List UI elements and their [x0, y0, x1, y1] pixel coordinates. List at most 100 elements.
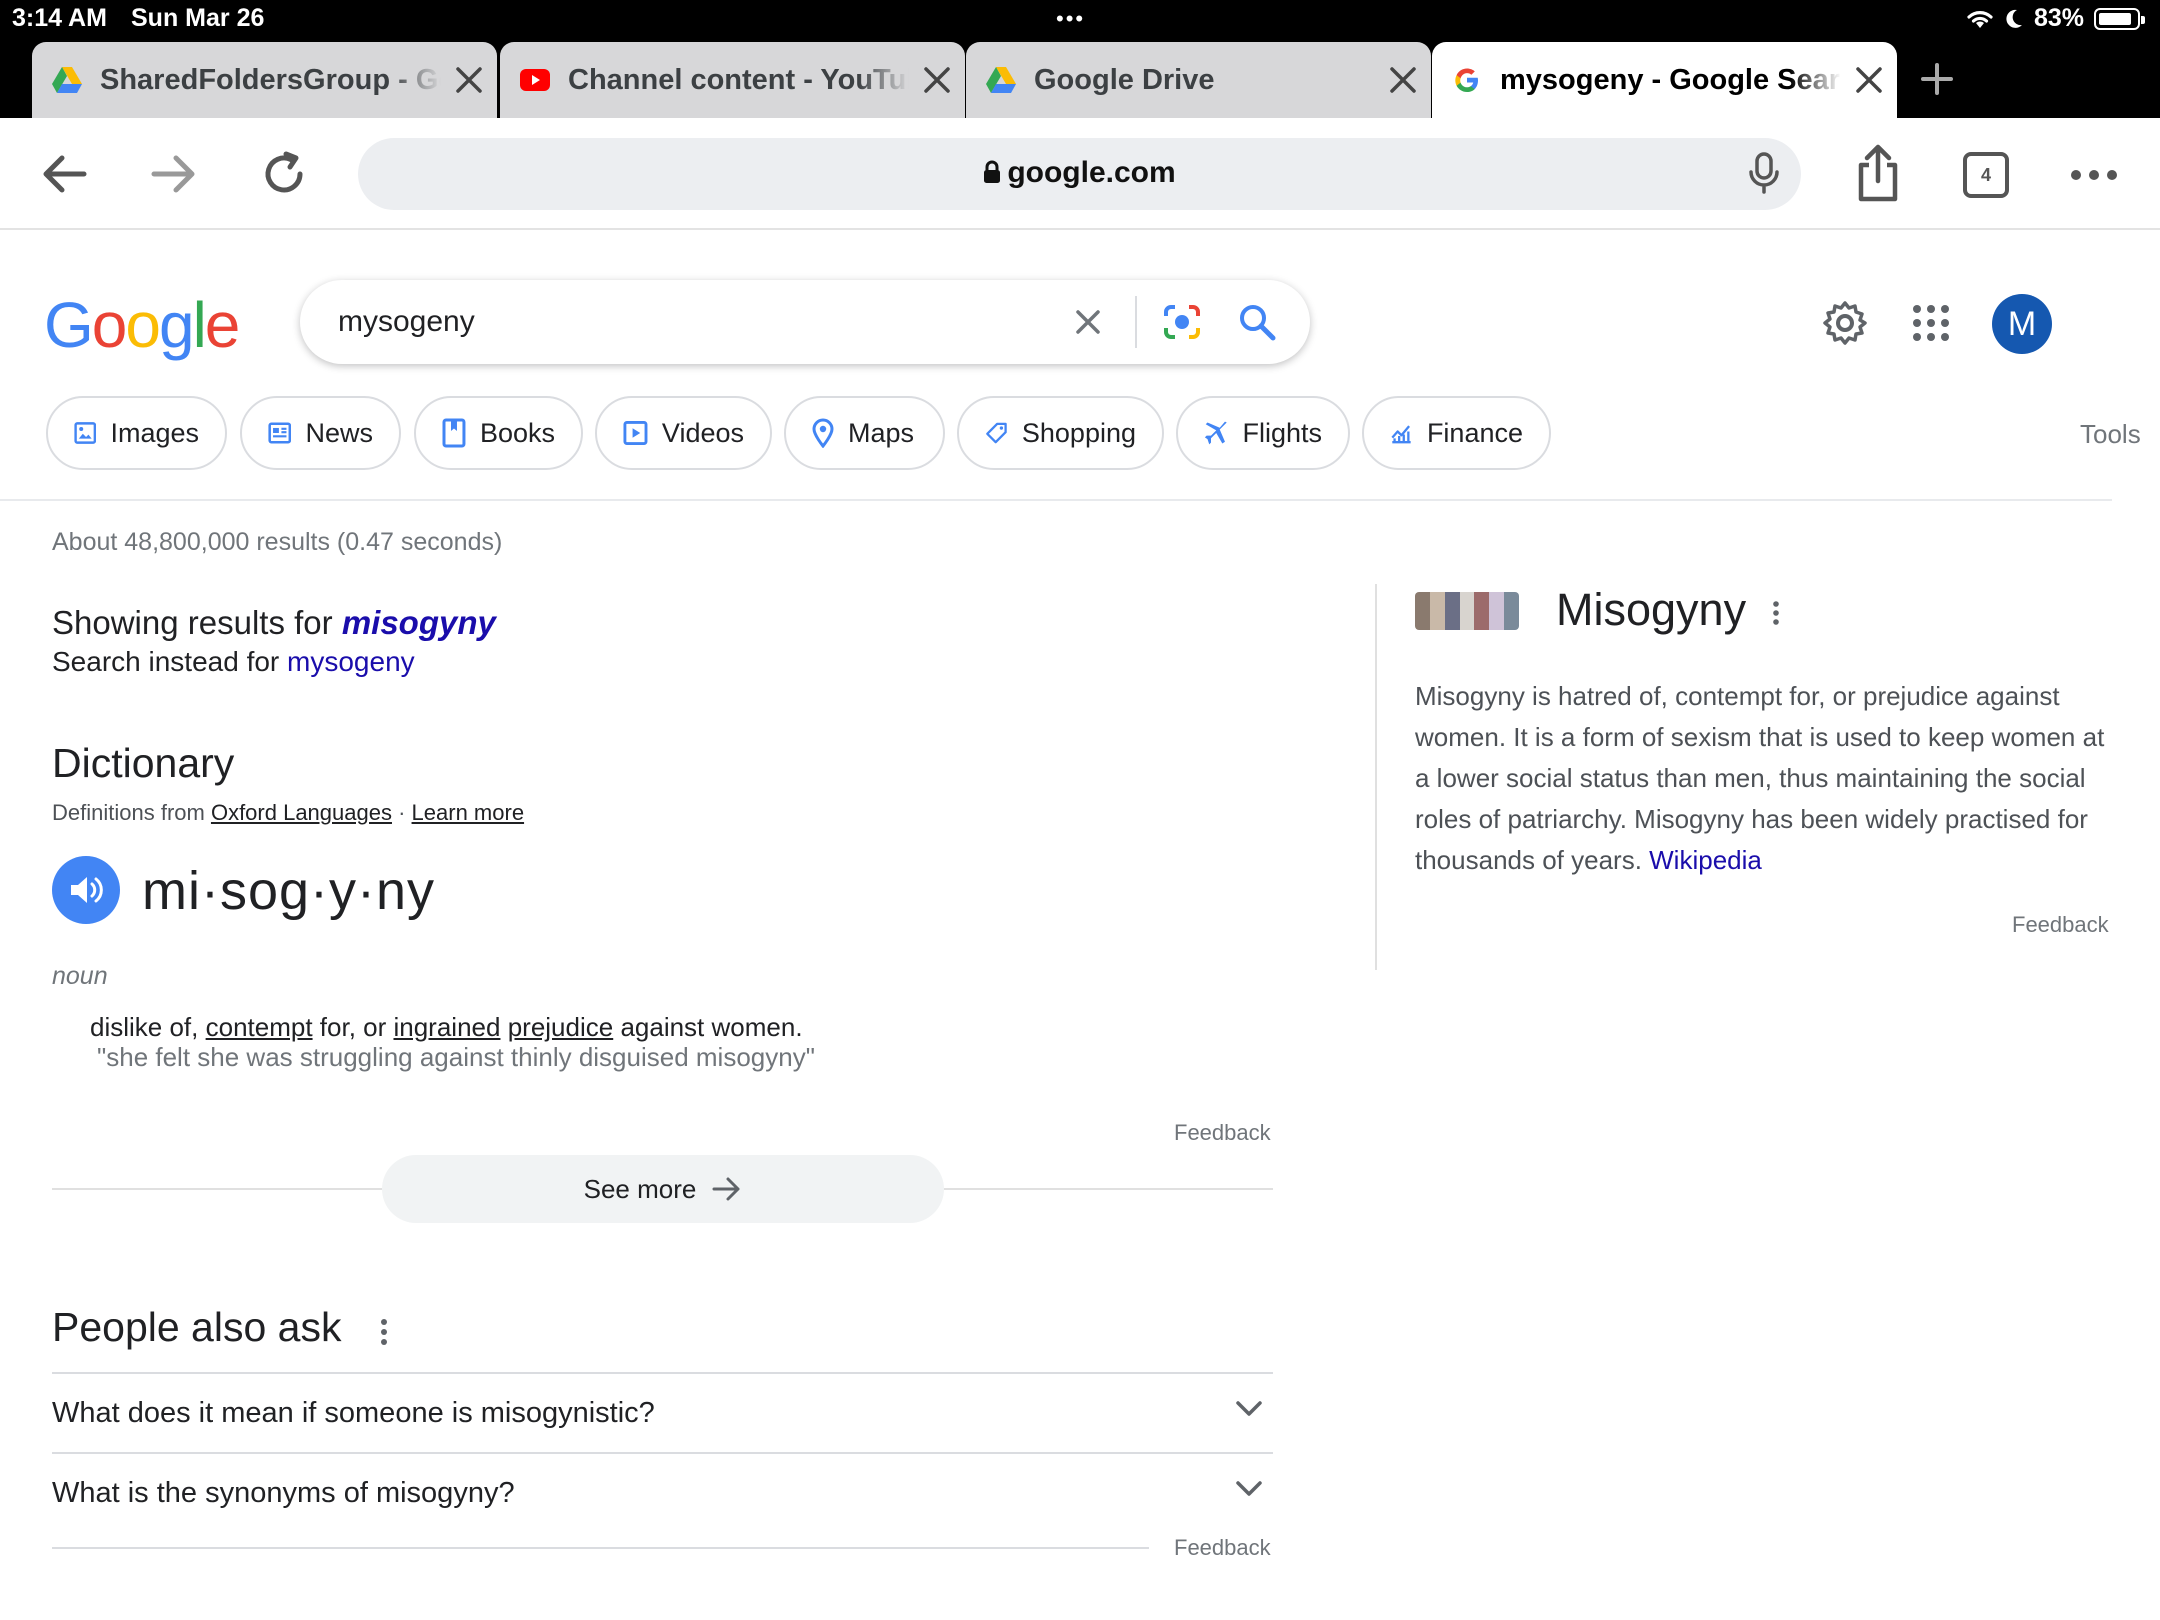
definition-link-prejudice[interactable]: prejudice	[508, 1012, 614, 1042]
search-icon[interactable]	[1235, 300, 1279, 349]
definition: dislike of, contempt for, or ingrained p…	[90, 1012, 803, 1042]
status-time: 3:14 AM	[12, 4, 107, 32]
chip-news[interactable]: News	[240, 396, 401, 470]
chip-maps[interactable]: Maps	[784, 396, 945, 470]
dictionary-source: Definitions from Oxford Languages · Lear…	[52, 800, 525, 825]
youtube-icon	[520, 65, 550, 95]
dictionary-title: Dictionary	[52, 740, 235, 786]
paa-divider	[52, 1452, 1273, 1454]
pronunciation-speaker-button[interactable]	[52, 856, 120, 924]
chip-images[interactable]: Images	[46, 396, 227, 470]
google-drive-icon	[52, 65, 82, 95]
back-button[interactable]	[36, 148, 92, 200]
chip-books[interactable]: Books	[414, 396, 583, 470]
more-vertical-icon[interactable]	[378, 1318, 390, 1351]
arrow-right-icon	[712, 1177, 740, 1201]
image-icon	[74, 422, 97, 444]
share-button[interactable]	[1850, 140, 1906, 206]
google-logo[interactable]: Google	[44, 288, 240, 362]
usage-example: "she felt she was struggling against thi…	[97, 1042, 815, 1072]
paa-feedback-link[interactable]: Feedback	[1174, 1535, 1271, 1561]
browser-toolbar: google.com 4	[0, 118, 2160, 230]
see-more-button[interactable]: See more	[382, 1155, 944, 1223]
oxford-languages-link[interactable]: Oxford Languages	[211, 800, 392, 825]
people-also-ask-title: People also ask	[52, 1304, 342, 1350]
finance-icon	[1391, 425, 1411, 444]
chip-label: Books	[479, 417, 555, 448]
battery-icon	[2094, 7, 2145, 30]
address-bar[interactable]: google.com	[358, 138, 1801, 210]
close-tab-icon[interactable]	[1841, 66, 1897, 94]
knowledge-panel-feedback-link[interactable]: Feedback	[2012, 912, 2109, 938]
avatar[interactable]: M	[1992, 294, 2052, 354]
chip-label: Shopping	[1021, 417, 1136, 448]
more-vertical-icon[interactable]	[1770, 600, 1782, 631]
url-text: google.com	[1007, 156, 1176, 189]
moon-icon	[2006, 9, 2022, 28]
close-tab-icon[interactable]	[441, 66, 497, 94]
tab-title: Channel content - YouTube Studio	[568, 63, 909, 96]
lock-icon	[984, 160, 1001, 183]
close-tab-icon[interactable]	[909, 66, 965, 94]
news-icon	[268, 422, 292, 444]
more-horizontal-icon	[2071, 170, 2117, 180]
search-input[interactable]	[338, 300, 1038, 344]
chip-flights[interactable]: Flights	[1176, 396, 1350, 470]
clear-search-icon[interactable]	[1068, 302, 1108, 347]
settings-gear-icon[interactable]	[1822, 300, 1868, 351]
tab-shared-folders[interactable]: SharedFoldersGroup - Google Drive	[32, 42, 497, 118]
forward-button[interactable]	[146, 148, 202, 200]
corrected-query-link[interactable]: misogyny	[342, 604, 496, 641]
chevron-down-icon[interactable]	[1235, 1480, 1263, 1503]
tools-button[interactable]: Tools	[2080, 419, 2141, 450]
chip-label: Flights	[1242, 417, 1322, 448]
tag-icon	[986, 422, 1007, 444]
close-tab-icon[interactable]	[1375, 66, 1431, 94]
header-divider	[0, 499, 2112, 501]
back-arrow-icon	[43, 155, 87, 193]
chip-finance[interactable]: Finance	[1362, 396, 1551, 470]
chevron-down-icon[interactable]	[1235, 1400, 1263, 1423]
tab-google-search[interactable]: mysogeny - Google Search	[1432, 42, 1897, 118]
dictionary-feedback-link[interactable]: Feedback	[1174, 1120, 1271, 1146]
learn-more-link[interactable]: Learn more	[412, 800, 525, 825]
plane-icon	[1204, 421, 1227, 445]
status-bar: 3:14 AM Sun Mar 26 ••• 83%	[0, 0, 2160, 40]
wikipedia-link[interactable]: Wikipedia	[1649, 845, 1762, 875]
battery-percent: 83%	[2033, 4, 2084, 32]
original-query-link[interactable]: mysogeny	[287, 646, 415, 677]
tab-google-drive[interactable]: Google Drive	[966, 42, 1431, 118]
chip-videos[interactable]: Videos	[595, 396, 772, 470]
forward-arrow-icon	[151, 155, 195, 193]
chip-label: Finance	[1426, 417, 1523, 448]
microphone-icon[interactable]	[1749, 152, 1779, 199]
reload-button[interactable]	[256, 146, 312, 202]
paa-question[interactable]: What does it mean if someone is misogyni…	[52, 1397, 655, 1430]
map-pin-icon	[812, 418, 834, 448]
new-tab-button[interactable]	[1912, 54, 1962, 104]
share-icon	[1858, 144, 1898, 202]
result-stats: About 48,800,000 results (0.47 seconds)	[52, 528, 503, 556]
knowledge-panel-divider	[1375, 584, 1377, 970]
tab-title: Google Drive	[1034, 63, 1215, 96]
chip-label: Videos	[661, 417, 744, 448]
definition-link-ingrained[interactable]: ingrained	[393, 1012, 500, 1042]
knowledge-panel-image[interactable]	[1415, 592, 1519, 630]
tab-switcher-button[interactable]: 4	[1958, 150, 2014, 200]
url-display: google.com	[358, 156, 1801, 190]
chip-shopping[interactable]: Shopping	[957, 396, 1164, 470]
google-lens-icon[interactable]	[1160, 300, 1204, 349]
spelling-correction: Showing results for misogyny	[52, 604, 496, 641]
paa-divider	[52, 1547, 1149, 1549]
tab-strip: SharedFoldersGroup - Google Drive Channe…	[0, 40, 2160, 118]
more-menu-button[interactable]	[2066, 150, 2122, 200]
tab-channel-content[interactable]: Channel content - YouTube Studio	[500, 42, 965, 118]
tab-title: SharedFoldersGroup - Google Drive	[100, 63, 441, 96]
chip-label: Maps	[848, 417, 915, 448]
multitasking-dots-icon[interactable]: •••	[1056, 6, 1085, 32]
see-more-label: See more	[583, 1173, 697, 1204]
paa-question[interactable]: What is the synonyms of misogyny?	[52, 1477, 515, 1510]
definition-link-contempt[interactable]: contempt	[206, 1012, 313, 1042]
apps-grid-icon[interactable]	[1912, 304, 1950, 347]
part-of-speech: noun	[52, 962, 108, 990]
